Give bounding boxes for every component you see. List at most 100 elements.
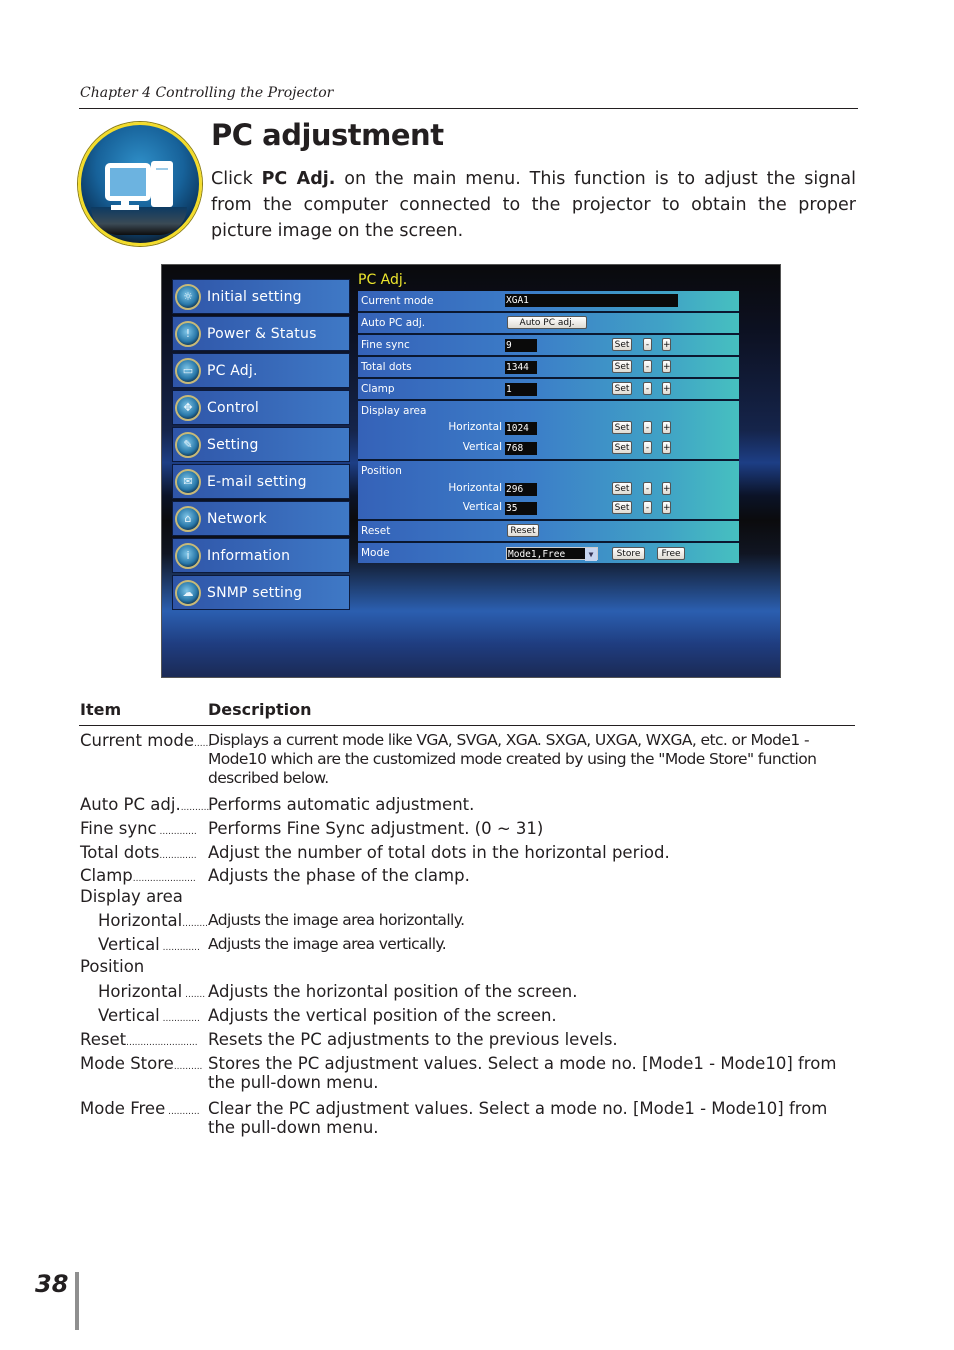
display-area-vertical-label: Vertical xyxy=(462,441,502,453)
item-description: Performs automatic adjustment. xyxy=(208,795,475,814)
item-description: Resets the PC adjustments to the previou… xyxy=(208,1030,618,1049)
position-vertical-set-button[interactable]: Set xyxy=(612,501,632,514)
position-horizontal-input[interactable]: 296 xyxy=(505,483,537,496)
display-area-horizontal-set-button[interactable]: Set xyxy=(612,421,632,434)
item-name: Current mode...... xyxy=(80,731,211,754)
power-status-icon: ! xyxy=(175,320,201,347)
reset-button[interactable]: Reset xyxy=(507,524,539,537)
item-description: Performs Fine Sync adjustment. (0 ~ 31) xyxy=(208,819,544,838)
item-label: Position xyxy=(80,957,145,976)
total-dots-input[interactable]: 1344 xyxy=(505,361,537,374)
item-label: Mode Store xyxy=(80,1054,174,1073)
item-label: Auto PC adj. xyxy=(80,795,181,814)
menu-item-control[interactable]: ✥ Control xyxy=(172,390,350,425)
display-area-horizontal-plus-button[interactable]: + xyxy=(662,421,671,434)
fine-sync-minus-button[interactable]: - xyxy=(643,338,652,351)
panel-title: PC Adj. xyxy=(358,272,408,288)
menu-item-power-status[interactable]: ! Power & Status xyxy=(172,316,350,351)
column-description-header: Description xyxy=(208,700,312,719)
main-menu: ☼ Initial setting! Power & Status ▭ PC Adj. ✥… xyxy=(172,279,350,612)
total-dots-minus-button[interactable]: - xyxy=(643,360,652,373)
fine-sync-input[interactable]: 9 xyxy=(505,339,537,352)
item-description: Adjusts the image area vertically. xyxy=(208,935,447,953)
auto-pc-adj-button[interactable]: Auto PC adj. xyxy=(507,316,587,329)
table-divider xyxy=(79,725,855,726)
position-vertical-label: Vertical xyxy=(462,501,502,513)
current-mode-label: Current mode xyxy=(361,295,434,307)
monitor-base xyxy=(111,205,139,210)
menu-item-label: Information xyxy=(207,547,291,564)
chapter-header: Chapter 4 Controlling the Projector xyxy=(80,85,334,101)
menu-item-setting[interactable]: ✎ Setting xyxy=(172,427,350,462)
display-area-horizontal-minus-button[interactable]: - xyxy=(643,421,652,434)
total-dots-plus-button[interactable]: + xyxy=(662,360,671,373)
mode-label: Mode xyxy=(361,547,390,559)
display-area-vertical-input[interactable]: 768 xyxy=(505,442,537,455)
item-name: Horizontal ....... xyxy=(98,982,205,1005)
menu-item-label: E-mail setting xyxy=(207,473,307,490)
menu-item-label: SNMP setting xyxy=(207,584,303,601)
display-area-vertical-plus-button[interactable]: + xyxy=(662,441,671,454)
pc-tower-icon xyxy=(151,161,173,207)
total-dots-set-button[interactable]: Set xyxy=(612,360,632,373)
menu-item-label: Initial setting xyxy=(207,288,302,305)
item-name: Position xyxy=(80,957,144,980)
position-vertical-input[interactable]: 35 xyxy=(505,502,537,515)
menu-item-label: PC Adj. xyxy=(207,362,258,379)
logo-shine xyxy=(91,207,187,235)
row-clamp: Clamp 1 Set - + xyxy=(358,379,739,401)
row-fine-sync: Fine sync 9 Set - + xyxy=(358,335,739,357)
leader-dots: ........... xyxy=(165,1107,200,1117)
position-horizontal-minus-button[interactable]: - xyxy=(643,482,652,495)
mode-store-button[interactable]: Store xyxy=(612,547,645,560)
clamp-minus-button[interactable]: - xyxy=(643,382,652,395)
position-vertical-plus-button[interactable]: + xyxy=(662,501,671,514)
menu-item-e-mail-setting[interactable]: ✉ E-mail setting xyxy=(172,464,350,499)
row-mode: Mode Mode1,Free ▼ Store Free xyxy=(358,543,739,563)
leader-dots: ............. xyxy=(159,1014,200,1024)
chevron-down-icon[interactable]: ▼ xyxy=(585,548,597,561)
row-current-mode: Current mode XGA1 xyxy=(358,291,739,313)
page-title: PC adjustment xyxy=(211,118,444,152)
fine-sync-set-button[interactable]: Set xyxy=(612,338,632,351)
item-label: Vertical xyxy=(98,935,160,954)
menu-item-network[interactable]: ⌂ Network xyxy=(172,501,350,536)
pc-adj-screenshot: ☼ Initial setting! Power & Status ▭ PC Adj. ✥… xyxy=(161,264,781,678)
menu-item-label: Setting xyxy=(207,436,259,453)
display-area-horizontal-input[interactable]: 1024 xyxy=(505,422,537,435)
clamp-plus-button[interactable]: + xyxy=(662,382,671,395)
menu-item-information[interactable]: i Information xyxy=(172,538,350,573)
item-label: Reset xyxy=(80,1030,127,1049)
position-horizontal-set-button[interactable]: Set xyxy=(612,482,632,495)
reset-label: Reset xyxy=(361,525,391,537)
item-description: Stores the PC adjustment values. Select … xyxy=(208,1054,837,1092)
intro-paragraph: Click PC Adj. on the main menu. This fun… xyxy=(211,166,856,244)
clamp-input[interactable]: 1 xyxy=(505,383,537,396)
mode-free-button[interactable]: Free xyxy=(657,547,685,560)
control-icon: ✥ xyxy=(175,394,201,421)
item-name: Mode Free ........... xyxy=(80,1099,200,1122)
display-area-horizontal-label: Horizontal xyxy=(448,421,502,433)
leader-dots: .......... xyxy=(180,803,210,813)
menu-item-label: Control xyxy=(207,399,260,416)
position-horizontal-plus-button[interactable]: + xyxy=(662,482,671,495)
item-name: Total dots............. xyxy=(80,843,197,866)
menu-item-initial-setting[interactable]: ☼ Initial setting xyxy=(172,279,350,314)
leader-dots: ....... xyxy=(182,990,206,1000)
network-icon: ⌂ xyxy=(175,505,201,532)
intro-prefix: Click xyxy=(211,169,262,189)
fine-sync-plus-button[interactable]: + xyxy=(662,338,671,351)
menu-item-snmp-setting[interactable]: ☁ SNMP setting xyxy=(172,575,350,610)
menu-item-pc-adj[interactable]: ▭ PC Adj. xyxy=(172,353,350,388)
item-description: Adjusts the image area horizontally. xyxy=(208,911,465,929)
position-vertical-minus-button[interactable]: - xyxy=(643,501,652,514)
mode-select[interactable]: Mode1,Free ▼ xyxy=(506,547,598,561)
leader-dots: ...................... xyxy=(132,874,196,884)
clamp-set-button[interactable]: Set xyxy=(612,382,632,395)
position-horizontal-label: Horizontal xyxy=(448,482,502,494)
display-area-vertical-minus-button[interactable]: - xyxy=(643,441,652,454)
display-area-vertical-set-button[interactable]: Set xyxy=(612,441,632,454)
item-label: Current mode xyxy=(80,731,195,750)
item-label: Mode Free xyxy=(80,1099,166,1118)
mode-select-value: Mode1,Free xyxy=(508,549,566,560)
